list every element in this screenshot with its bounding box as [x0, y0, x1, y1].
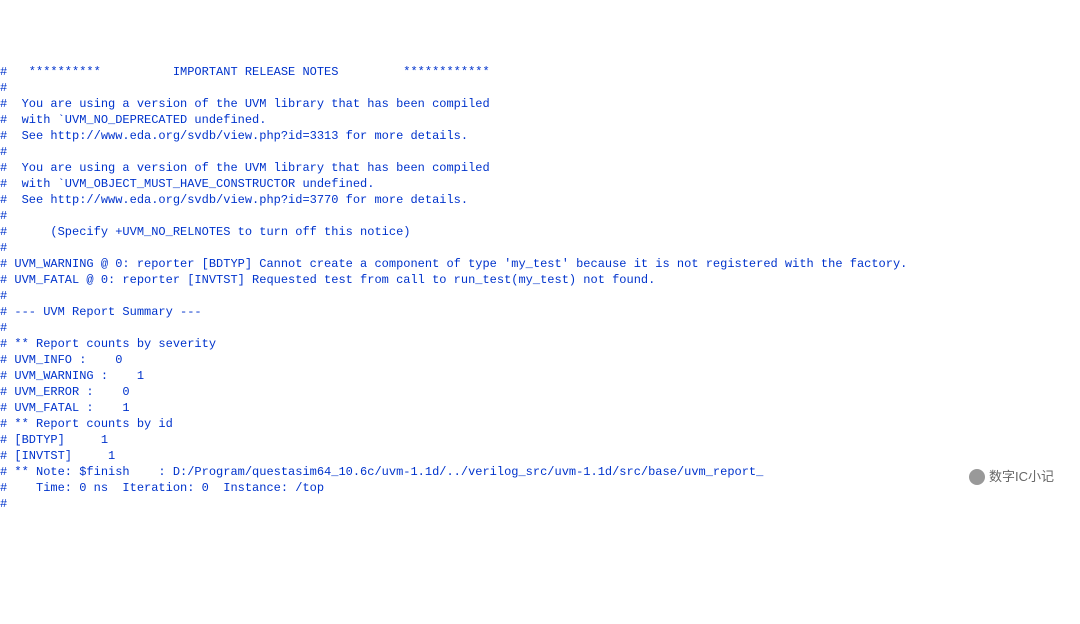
console-line: # You are using a version of the UVM lib… [0, 96, 1080, 112]
console-line: # (Specify +UVM_NO_RELNOTES to turn off … [0, 224, 1080, 240]
console-line: # ** Report counts by id [0, 416, 1080, 432]
console-line: # See http://www.eda.org/svdb/view.php?i… [0, 192, 1080, 208]
console-line: # [0, 240, 1080, 256]
console-line: # UVM_WARNING : 1 [0, 368, 1080, 384]
console-line: # UVM_INFO : 0 [0, 352, 1080, 368]
console-line: # [0, 80, 1080, 96]
console-line: # ********** IMPORTANT RELEASE NOTES ***… [0, 64, 1080, 80]
console-line: # See http://www.eda.org/svdb/view.php?i… [0, 128, 1080, 144]
console-line: # [0, 288, 1080, 304]
console-line: # Time: 0 ns Iteration: 0 Instance: /top [0, 480, 1080, 496]
console-line: # [0, 320, 1080, 336]
console-line: # [0, 144, 1080, 160]
console-line: # [0, 496, 1080, 512]
console-line: # ** Report counts by severity [0, 336, 1080, 352]
watermark-text: 数字IC小记 [989, 469, 1054, 485]
console-line: # --- UVM Report Summary --- [0, 304, 1080, 320]
console-line: # [INVTST] 1 [0, 448, 1080, 464]
console-line: # You are using a version of the UVM lib… [0, 160, 1080, 176]
console-line: # UVM_FATAL : 1 [0, 400, 1080, 416]
console-line: # with `UVM_NO_DEPRECATED undefined. [0, 112, 1080, 128]
console-line: # UVM_ERROR : 0 [0, 384, 1080, 400]
wechat-icon [969, 469, 985, 485]
console-output: # ********** IMPORTANT RELEASE NOTES ***… [0, 64, 1080, 512]
console-line: # UVM_WARNING @ 0: reporter [BDTYP] Cann… [0, 256, 1080, 272]
console-line: # [0, 208, 1080, 224]
console-line: # UVM_FATAL @ 0: reporter [INVTST] Reque… [0, 272, 1080, 288]
console-line: # with `UVM_OBJECT_MUST_HAVE_CONSTRUCTOR… [0, 176, 1080, 192]
console-line: # ** Note: $finish : D:/Program/questasi… [0, 464, 1080, 480]
watermark: 数字IC小记 [963, 467, 1060, 487]
console-line: # [BDTYP] 1 [0, 432, 1080, 448]
